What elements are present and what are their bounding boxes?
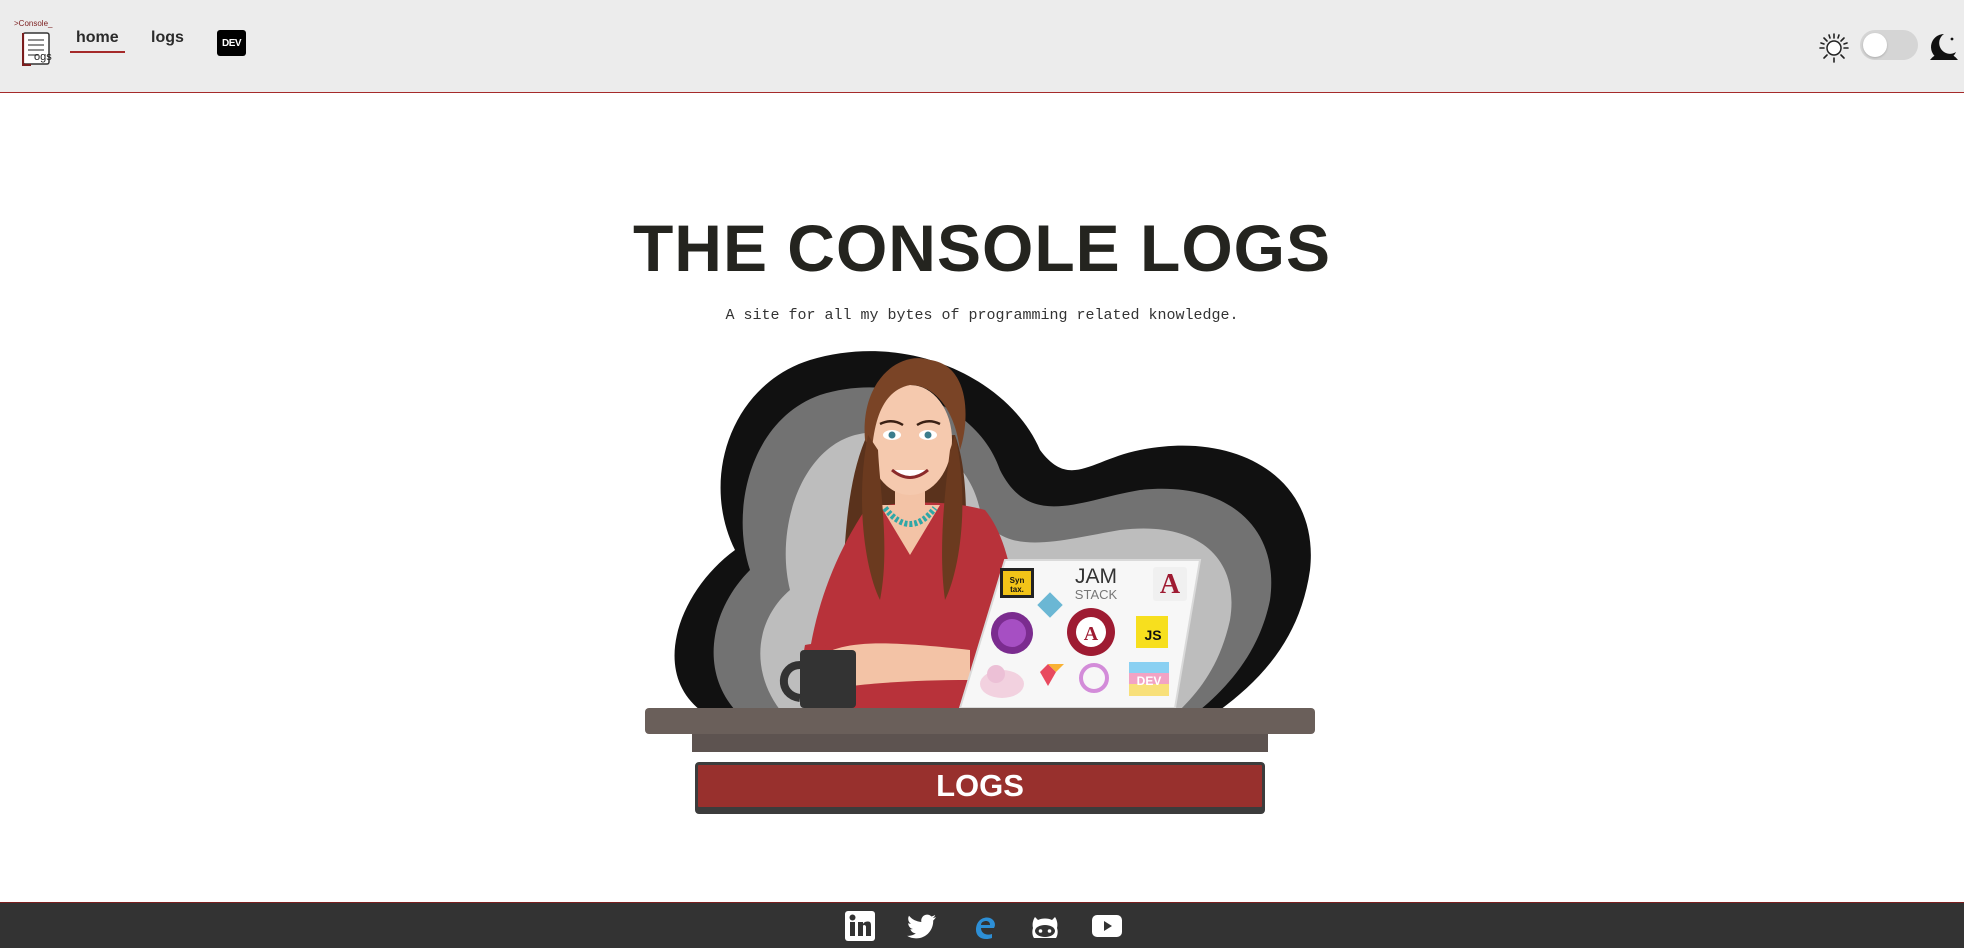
linkedin-icon[interactable]	[844, 910, 876, 942]
moon-icon	[1930, 34, 1958, 60]
edge-icon[interactable]	[968, 910, 1000, 942]
twitter-icon[interactable]	[906, 910, 938, 942]
nav-logs-link[interactable]: logs	[145, 29, 190, 51]
logo-logs-text: ogs	[34, 51, 52, 63]
youtube-icon[interactable]	[1091, 910, 1123, 942]
desk-front	[692, 734, 1268, 752]
mug	[800, 650, 856, 708]
theme-toggle-knob	[1863, 33, 1887, 57]
dev-to-link[interactable]: DEV	[217, 30, 246, 56]
page-title: THE CONSOLE LOGS	[632, 211, 1332, 285]
svg-text:A: A	[1160, 569, 1181, 600]
svg-text:STACK: STACK	[1075, 587, 1118, 602]
footer	[0, 902, 1964, 948]
hero-illustration: Syn tax. JAM STACK A A JS DEV	[645, 351, 1315, 752]
page-tagline: A site for all my bytes of programming r…	[725, 307, 1239, 324]
theme-toggle[interactable]	[1860, 30, 1918, 60]
svg-text:A: A	[1084, 623, 1099, 645]
dev-badge-label: DEV	[221, 37, 242, 49]
theme-switcher	[1804, 26, 1964, 66]
svg-text:Syn: Syn	[1010, 576, 1025, 585]
desk-top	[645, 708, 1315, 734]
svg-text:JAM: JAM	[1075, 565, 1117, 588]
svg-text:DEV: DEV	[1137, 674, 1162, 688]
svg-text:tax.: tax.	[1010, 585, 1024, 594]
site-logo[interactable]: >Console_ ogs	[12, 18, 58, 68]
svg-text:JS: JS	[1144, 627, 1161, 643]
logs-button[interactable]: LOGS	[695, 762, 1265, 810]
github-icon[interactable]	[1029, 910, 1061, 942]
sun-icon	[1819, 33, 1849, 63]
top-navbar: >Console_ ogs home logs DEV	[0, 0, 1964, 93]
nav-home-link[interactable]: home	[70, 29, 125, 53]
logo-console-text: >Console_	[14, 19, 53, 28]
